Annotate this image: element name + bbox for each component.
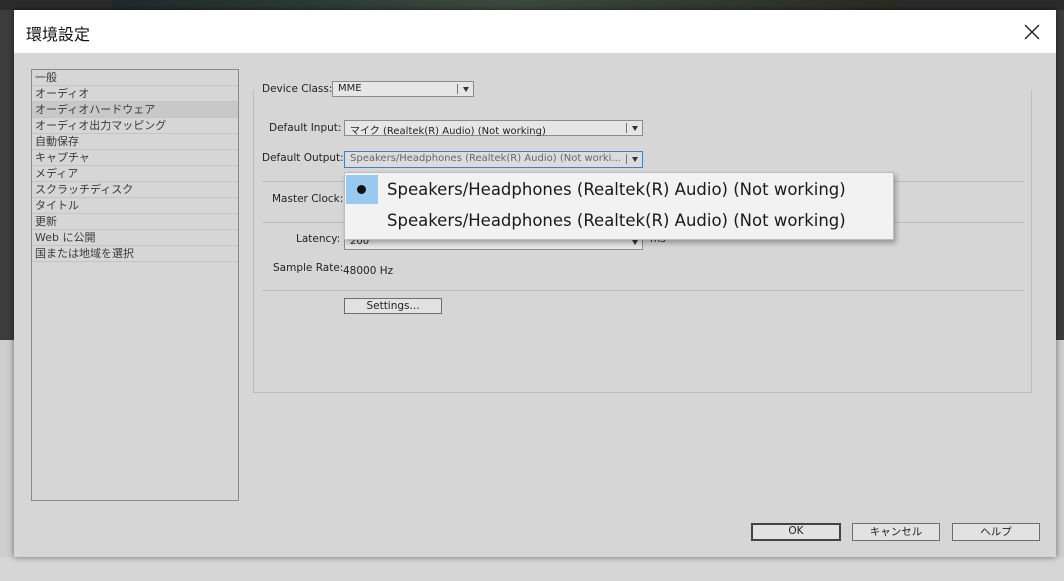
ok-button[interactable]: OK (751, 523, 841, 541)
category-item[interactable]: 更新 (32, 214, 238, 230)
chevron-down-icon (632, 157, 638, 162)
device-class-select[interactable]: MME (332, 81, 474, 97)
help-button[interactable]: ヘルプ (952, 523, 1040, 541)
latency-label: Latency: (296, 233, 341, 245)
dialog-title: 環境設定 (26, 25, 91, 44)
dropdown-option-1[interactable]: Speakers/Headphones (Realtek(R) Audio) (… (345, 174, 891, 205)
dropdown-option-label: Speakers/Headphones (Realtek(R) Audio) (… (387, 211, 846, 230)
close-icon (1024, 24, 1040, 40)
category-list: 一般 オーディオ オーディオハードウェア オーディオ出力マッピング 自動保存 キャプチャメ… (31, 69, 239, 501)
category-item[interactable]: オーディオハードウェア (32, 102, 238, 118)
dropdown-option-2[interactable]: Speakers/Headphones (Realtek(R) Audio) (… (345, 205, 891, 236)
device-class-value: MME (338, 83, 362, 94)
dialog-titlebar: 環境設定 (14, 10, 1056, 53)
default-output-dropdown: Speakers/Headphones (Realtek(R) Audio) (… (344, 172, 894, 240)
category-item[interactable]: 自動保存 (32, 134, 238, 150)
dropdown-option-label: Speakers/Headphones (Realtek(R) Audio) (… (387, 180, 846, 199)
default-output-label: Default Output: (262, 152, 344, 164)
default-input-value: マイク (Realtek(R) Audio) (Not working) (350, 126, 546, 137)
category-item[interactable]: タイトル (32, 198, 238, 214)
preferences-dialog: 環境設定 一般 オーディオ オーディオハードウェア オーディオ出力マッピング 自動保存キ… (14, 10, 1056, 557)
chevron-down-icon (632, 126, 638, 131)
category-item[interactable]: スクラッチディスク (32, 182, 238, 198)
background-video-preview (112, 0, 898, 10)
default-output-select[interactable]: Speakers/Headphones (Realtek(R) Audio) (… (344, 151, 643, 168)
category-item[interactable]: メディア (32, 166, 238, 182)
default-output-value: Speakers/Headphones (Realtek(R) Audio) (… (350, 153, 621, 164)
background-app-bottom (0, 557, 1064, 581)
category-item[interactable]: キャプチャ (32, 150, 238, 166)
category-item[interactable]: Web に公開 (32, 230, 238, 246)
selected-mark (346, 175, 378, 204)
category-item[interactable]: オーディオ (32, 86, 238, 102)
category-item[interactable]: オーディオ出力マッピング (32, 118, 238, 134)
category-item[interactable]: 一般 (32, 70, 238, 86)
default-input-select[interactable]: マイク (Realtek(R) Audio) (Not working) (344, 120, 643, 137)
settings-button[interactable]: Settings... (344, 298, 442, 314)
master-clock-label: Master Clock: (272, 193, 344, 205)
bullet-icon (357, 185, 366, 194)
category-item[interactable]: 国または地域を選択 (32, 246, 238, 262)
cancel-button[interactable]: キャンセル (852, 523, 940, 541)
default-input-label: Default Input: (269, 122, 342, 134)
sample-rate-label: Sample Rate: (273, 262, 344, 274)
background-timeline-right (1056, 340, 1064, 580)
device-class-label: Device Class: (262, 83, 333, 95)
close-button[interactable] (1018, 18, 1046, 46)
sample-rate-value: 48000 Hz (343, 265, 394, 277)
separator (262, 290, 1024, 291)
chevron-down-icon (632, 240, 638, 245)
chevron-down-icon (463, 87, 469, 92)
background-timeline-left (0, 340, 14, 580)
